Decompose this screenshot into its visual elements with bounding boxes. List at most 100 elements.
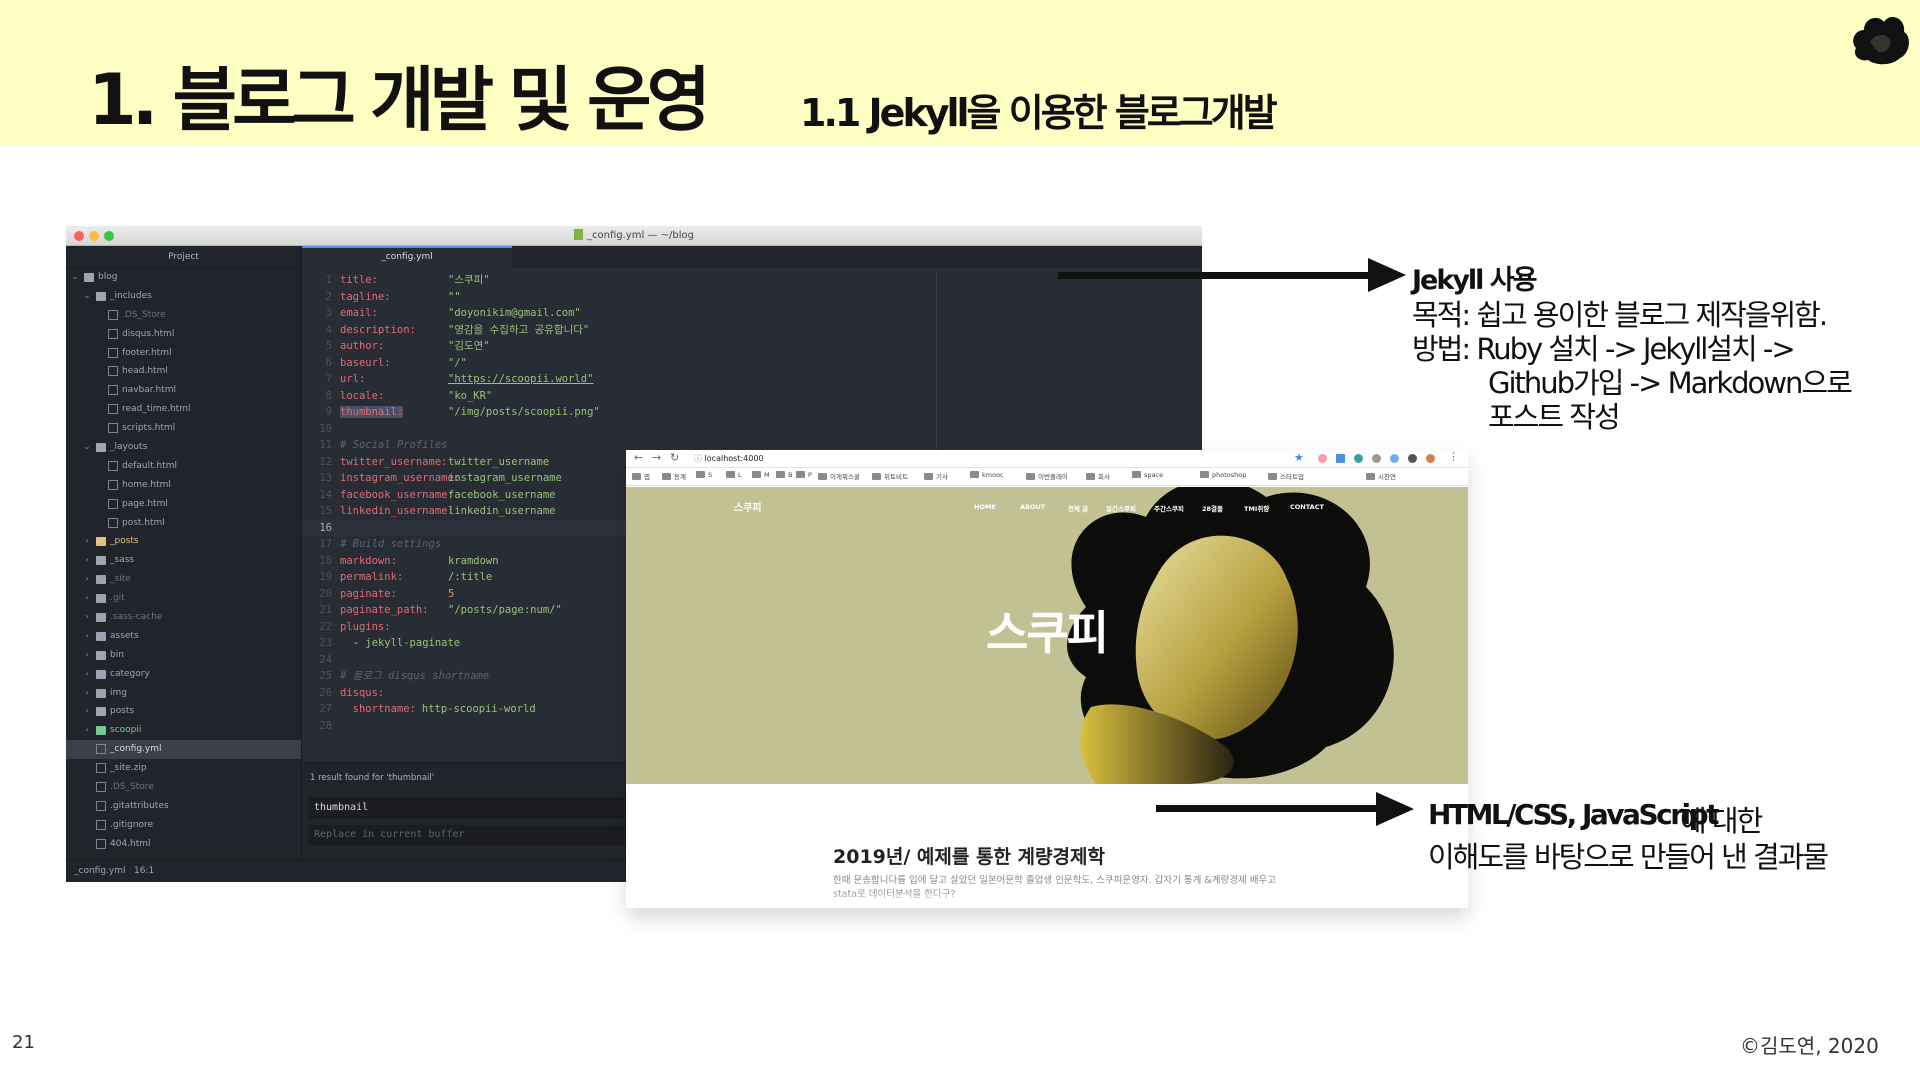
chevron-right-icon[interactable]: ›	[82, 532, 92, 551]
bookmark-item[interactable]: space	[1132, 471, 1163, 479]
tree-folder[interactable]: › category	[66, 665, 301, 684]
site-nav-item[interactable]: 주간스쿠피	[1154, 503, 1184, 513]
tree-file[interactable]: .gitignore	[66, 816, 301, 835]
tree-folder[interactable]: ⌄ _layouts	[66, 438, 301, 457]
bookmark-item[interactable]: 회사	[1086, 471, 1110, 481]
bookmark-item[interactable]: 이번플레이	[1026, 471, 1068, 481]
tree-file[interactable]: page.html	[66, 495, 301, 514]
tree-file[interactable]: default.html	[66, 457, 301, 476]
tree-file[interactable]: .DS_Store	[66, 778, 301, 797]
tree-file[interactable]: _config.yml	[66, 740, 301, 760]
address-bar[interactable]: ⓘ localhost:4000	[694, 453, 1134, 465]
tree-file[interactable]: .gitattributes	[66, 797, 301, 816]
yaml-value: "/img/posts/scoopii.png"	[448, 406, 600, 418]
extension-icon[interactable]	[1354, 454, 1363, 463]
tree-folder[interactable]: › scoopii	[66, 721, 301, 740]
tree-folder[interactable]: › img	[66, 684, 301, 703]
arrow-2-head	[1376, 792, 1414, 826]
tree-file[interactable]: post.html	[66, 514, 301, 533]
bookmark-item[interactable]: 기사	[924, 471, 948, 481]
camera-icon[interactable]	[1372, 454, 1381, 463]
site-nav-item[interactable]: CONTACT	[1290, 503, 1324, 511]
tree-file[interactable]: read_time.html	[66, 400, 301, 419]
forward-icon[interactable]: →	[652, 451, 661, 464]
chevron-right-icon[interactable]: ›	[82, 551, 92, 570]
status-file[interactable]: _config.yml	[74, 861, 126, 881]
bookmark-item[interactable]: B	[776, 471, 792, 479]
folder-icon	[96, 707, 106, 717]
chevron-right-icon[interactable]: ›	[82, 589, 92, 608]
tree-folder[interactable]: › _site	[66, 570, 301, 589]
tree-file[interactable]: footer.html	[66, 344, 301, 363]
tree-file[interactable]: disqus.html	[66, 325, 301, 344]
tree-folder[interactable]: › assets	[66, 627, 301, 646]
chevron-right-icon[interactable]: ›	[82, 665, 92, 684]
back-icon[interactable]: ←	[634, 451, 643, 464]
chevron-right-icon[interactable]: ›	[82, 646, 92, 665]
tree-folder[interactable]: › _sass	[66, 551, 301, 570]
bookmark-item[interactable]: M	[752, 471, 770, 479]
chevron-right-icon[interactable]: ›	[82, 702, 92, 721]
bookmark-item[interactable]: 동계	[662, 471, 686, 481]
bookmark-item[interactable]: kmooc	[970, 471, 1004, 479]
bookmark-label: 스타트업	[1280, 473, 1304, 481]
editor-titlebar: _config.yml — ~/blog	[66, 226, 1202, 246]
tree-file[interactable]: navbar.html	[66, 381, 301, 400]
chevron-right-icon[interactable]: ›	[82, 684, 92, 703]
avatar[interactable]	[1426, 454, 1435, 463]
tree-file[interactable]: _site.zip	[66, 759, 301, 778]
tree-file[interactable]: .DS_Store	[66, 306, 301, 325]
bookmark-item[interactable]: 위토비트	[872, 471, 908, 481]
code-content: title: "스쿠피"	[340, 272, 490, 289]
url-text: localhost:4000	[704, 454, 764, 463]
site-nav-item[interactable]: TMI취향	[1244, 503, 1269, 513]
site-nav-item[interactable]: 전체 글	[1068, 503, 1088, 513]
tree-file[interactable]: 404.html	[66, 835, 301, 854]
tree-folder[interactable]: › .sass-cache	[66, 608, 301, 627]
tree-folder[interactable]: › .git	[66, 589, 301, 608]
bookmark-star-icon[interactable]: ★	[1294, 451, 1304, 464]
tree-file[interactable]: scripts.html	[66, 419, 301, 438]
extension-icon[interactable]	[1336, 454, 1345, 463]
chevron-down-icon[interactable]: ⌄	[82, 287, 92, 306]
code-line: 2 tagline: ""	[302, 289, 1202, 306]
site-brand[interactable]: 스쿠피	[734, 499, 762, 514]
bookmark-item[interactable]: photoshop	[1200, 471, 1246, 479]
site-nav-item[interactable]: 28결들	[1202, 503, 1223, 513]
bookmark-item[interactable]: 이게뭐스쿨	[818, 471, 860, 481]
bookmark-item[interactable]: P	[796, 471, 812, 479]
chevron-down-icon[interactable]: ⌄	[82, 438, 92, 457]
chevron-right-icon[interactable]: ›	[82, 570, 92, 589]
bookmark-item[interactable]: L	[726, 471, 742, 479]
site-nav-item[interactable]: 일간스쿠피	[1106, 503, 1136, 513]
project-tab[interactable]: Project	[66, 246, 301, 268]
bookmark-item[interactable]: 앱	[632, 471, 650, 481]
status-cursor[interactable]: 16:1	[134, 861, 154, 881]
chevron-right-icon[interactable]: ›	[82, 627, 92, 646]
reload-icon[interactable]: ↻	[670, 451, 679, 464]
bookmark-item[interactable]: S	[696, 471, 712, 479]
bookmark-item[interactable]: 스타트업	[1268, 471, 1304, 481]
tree-file[interactable]: home.html	[66, 476, 301, 495]
chevron-right-icon[interactable]: ›	[82, 721, 92, 740]
tab-config-yml[interactable]: _config.yml	[302, 246, 512, 268]
site-nav-item[interactable]: HOME	[974, 503, 996, 511]
line-number: 12	[319, 455, 332, 468]
menu-icon[interactable]: ⋮	[1448, 450, 1459, 463]
bookmark-item[interactable]: 시찬연	[1366, 471, 1396, 481]
tree-folder[interactable]: › bin	[66, 646, 301, 665]
tree-folder[interactable]: › posts	[66, 702, 301, 721]
tree-folder[interactable]: ⌄ blog	[66, 268, 301, 287]
tree-folder[interactable]: › _posts	[66, 532, 301, 551]
post-title[interactable]: 2019년/ 예제를 통한 계량경제학	[833, 842, 1105, 869]
puzzle-icon[interactable]	[1408, 454, 1417, 463]
extension-icon[interactable]	[1318, 454, 1327, 463]
chevron-down-icon[interactable]: ⌄	[70, 268, 80, 287]
extension-icon[interactable]	[1390, 454, 1399, 463]
yaml-value: ""	[448, 290, 461, 303]
chevron-right-icon[interactable]: ›	[82, 608, 92, 627]
site-nav-item[interactable]: ABOUT	[1020, 503, 1045, 511]
tree-file[interactable]: head.html	[66, 362, 301, 381]
project-tree-panel: Project ⌄ blog ⌄ _includes .DS_Store disqus.h…	[66, 246, 302, 860]
tree-folder[interactable]: ⌄ _includes	[66, 287, 301, 306]
